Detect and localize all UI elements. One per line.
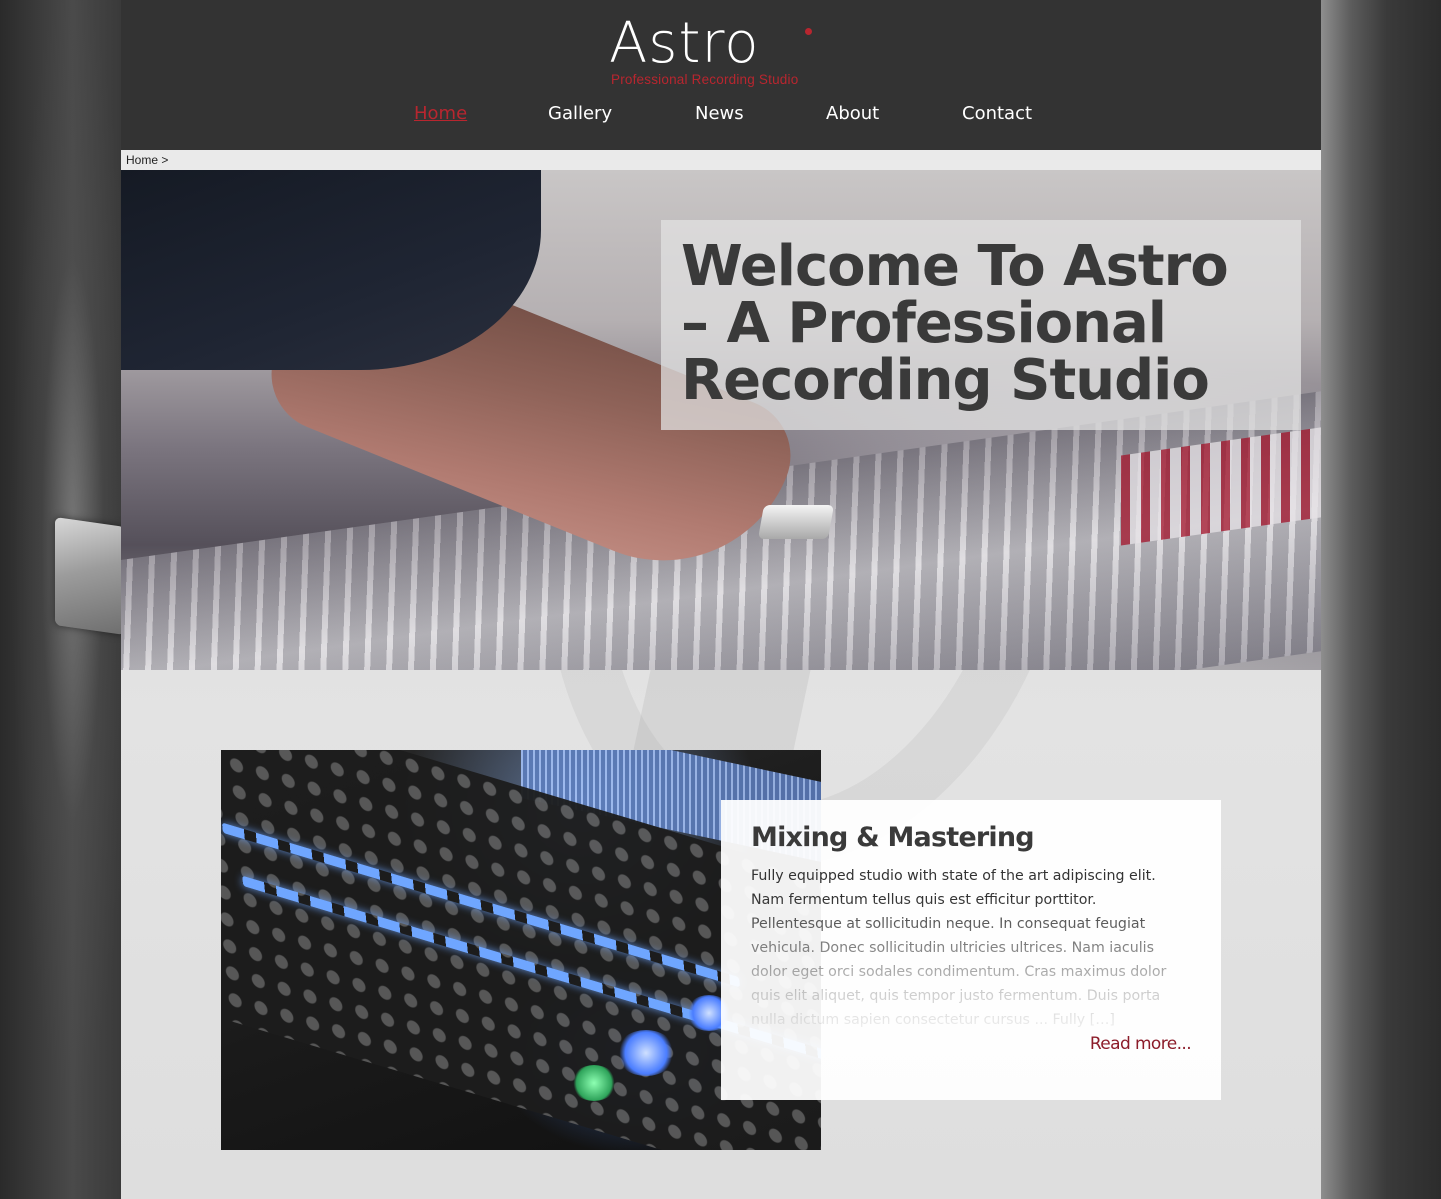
main-nav: Home Gallery News About Contact xyxy=(121,103,1321,133)
logo-wordmark: Astro xyxy=(609,11,760,76)
site-logo[interactable]: Astro Professional Recording Studio xyxy=(609,12,839,90)
site-header: Astro Professional Recording Studio Home… xyxy=(121,0,1321,150)
hero-title-line1: Welcome To Astro xyxy=(681,234,1229,299)
feature-heading: Mixing & Mastering xyxy=(751,822,1035,853)
page-container: Astro Professional Recording Studio Home… xyxy=(121,0,1321,1199)
feature-body: Fully equipped studio with state of the … xyxy=(751,868,1167,1028)
hero-title-line2: – A Professional xyxy=(681,291,1167,356)
hero-fader-knob xyxy=(758,505,834,539)
feature-card: Mixing & Mastering Fully equipped studio… xyxy=(721,800,1221,1100)
breadcrumb-bar: Home > xyxy=(121,150,1321,170)
hero-banner: Welcome To Astro – A Professional Record… xyxy=(121,170,1321,670)
hero-title-line3: Recording Studio xyxy=(681,348,1210,413)
hero-title-box: Welcome To Astro – A Professional Record… xyxy=(661,220,1301,430)
read-more-link[interactable]: Read more... xyxy=(1090,1034,1192,1054)
mixer-blue-button xyxy=(616,1030,676,1076)
nav-item-gallery[interactable]: Gallery xyxy=(548,103,612,124)
background-photo-right xyxy=(1321,0,1441,1199)
nav-item-about[interactable]: About xyxy=(826,103,879,124)
background-label-plate xyxy=(55,517,125,635)
logo-tagline: Professional Recording Studio xyxy=(611,72,799,87)
nav-item-home[interactable]: Home xyxy=(414,103,467,124)
breadcrumb[interactable]: Home > xyxy=(126,153,168,167)
background-watermark-bar xyxy=(631,670,811,760)
nav-item-contact[interactable]: Contact xyxy=(962,103,1032,124)
hero-title: Welcome To Astro – A Professional Record… xyxy=(681,238,1281,409)
mixer-green-button xyxy=(571,1065,617,1101)
nav-item-news[interactable]: News xyxy=(695,103,744,124)
logo-dot xyxy=(805,28,812,35)
